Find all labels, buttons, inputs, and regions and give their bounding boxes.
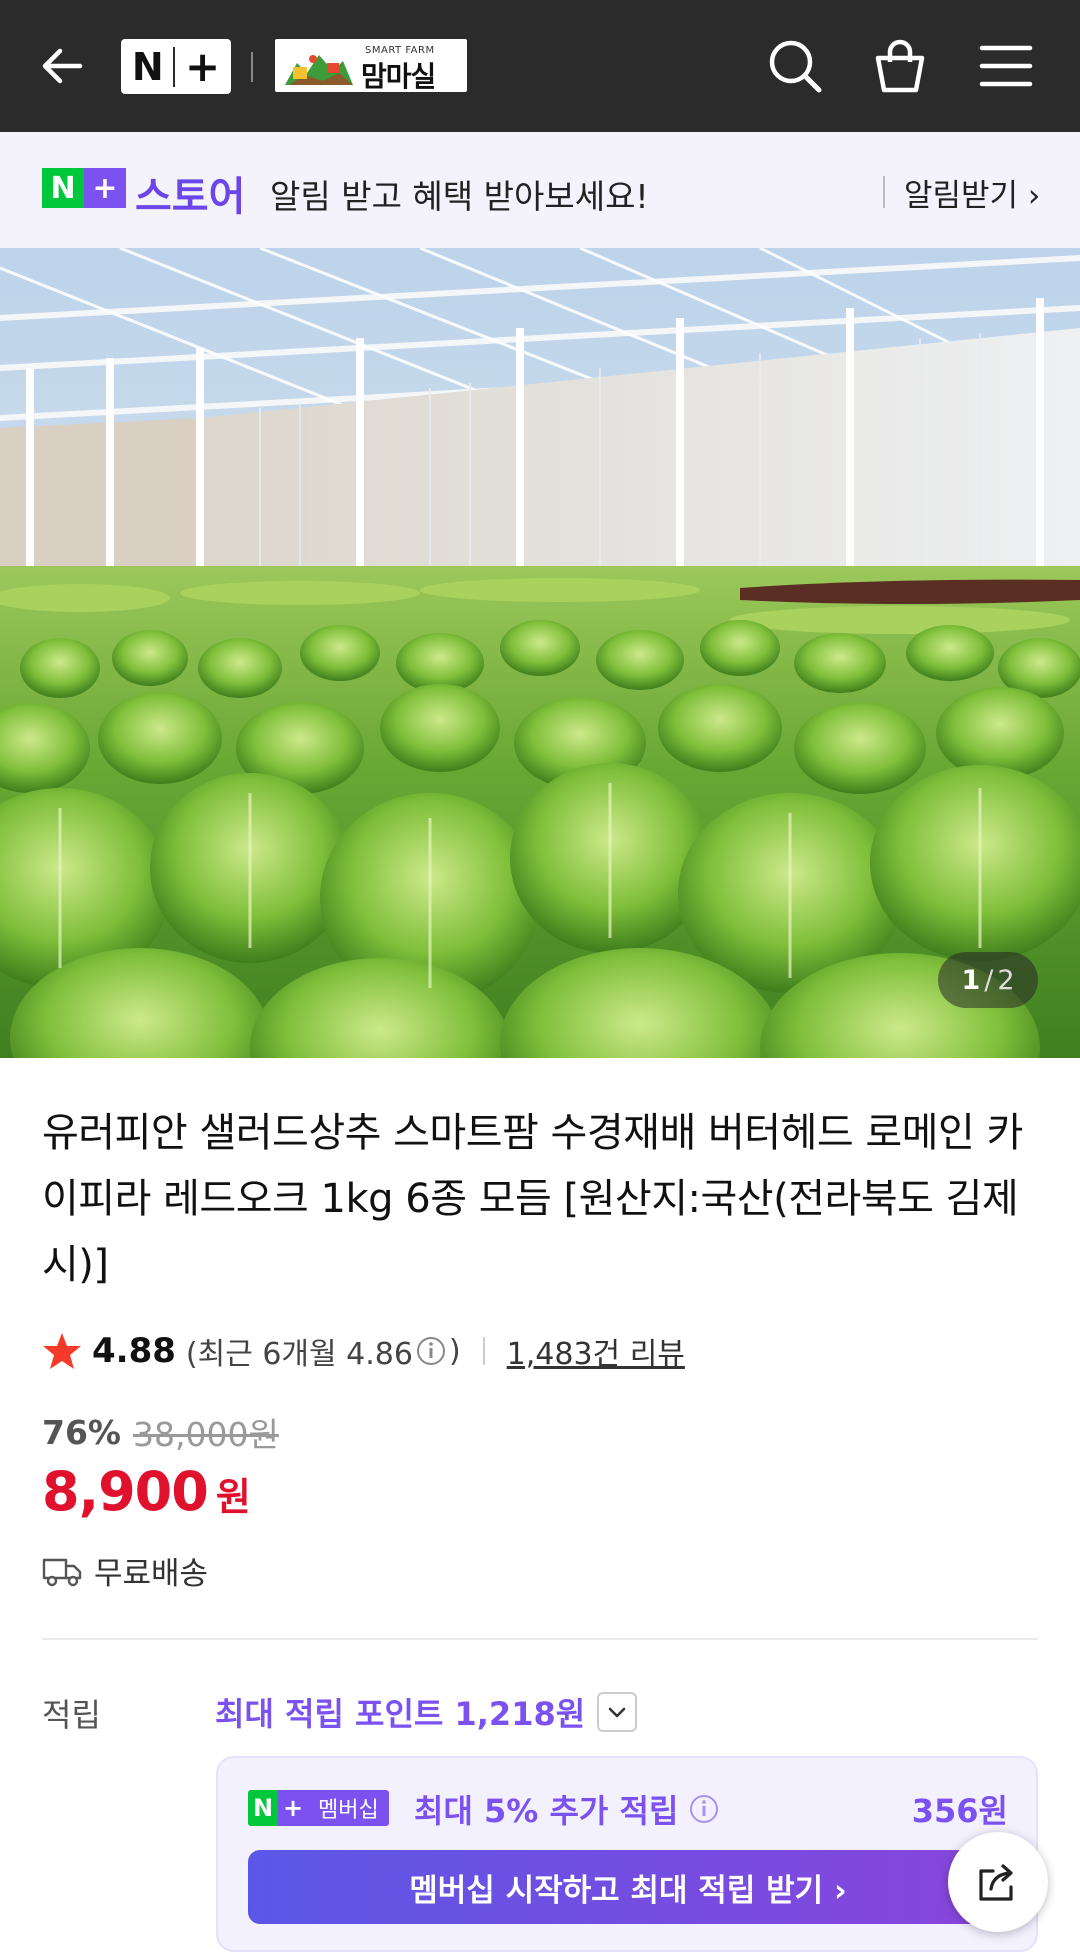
arrow-left-icon (42, 48, 83, 84)
truck-icon (42, 1558, 82, 1586)
cart-button[interactable] (870, 36, 930, 96)
rating-divider (482, 1337, 485, 1365)
product-image-carousel[interactable]: 1 / 2 (0, 248, 1080, 1058)
header-divider (251, 52, 253, 82)
farm-art-icon (283, 45, 355, 87)
store-logo[interactable]: SMART FARM 맘마실 (275, 39, 467, 92)
info-icon[interactable] (415, 1335, 447, 1367)
notice-message: 알림 받고 혜택 받아보세요! (270, 177, 649, 216)
membership-bonus-amount: 356원 (911, 1792, 1008, 1830)
menu-button[interactable] (976, 36, 1036, 96)
info-icon[interactable] (688, 1793, 720, 1825)
rating-score: 4.88 (92, 1331, 176, 1371)
top-bar: N + SMART FARM 맘마실 (0, 0, 1080, 132)
start-membership-button[interactable]: 멤버십 시작하고 최대 적립 받기 › (248, 1850, 1008, 1924)
section-divider (42, 1638, 1038, 1640)
back-button[interactable] (36, 38, 92, 94)
membership-card: N + 멤버십 최대 5% 추가 적립 356원 멤버십 시작하고 최대 적립 … (216, 1756, 1038, 1952)
product-image (0, 248, 1080, 1058)
discount-percent: 76% (42, 1412, 121, 1452)
notification-banner: N + 스토어 알림 받고 혜택 받아보세요! 알림받기 › (0, 132, 1080, 248)
membership-bonus-text: 최대 5% 추가 적립 (414, 1786, 720, 1832)
max-points-toggle[interactable]: 최대 적립 포인트 1,218원 (215, 1689, 638, 1735)
rating-row: 4.88 (최근 6개월 4.86 ) 1,483건 리뷰 (42, 1328, 685, 1374)
sale-price: 8,900 원 (42, 1460, 251, 1523)
store-brand-label: 스토어 (135, 174, 246, 220)
product-title: 유러피안 샐러드상추 스마트팜 수경재배 버터헤드 로메인 카이피라 레드오크 … (42, 1110, 1023, 1288)
share-button[interactable] (948, 1832, 1048, 1932)
shipping-info: 무료배송 (42, 1548, 208, 1593)
review-count-link[interactable]: 1,483건 리뷰 (507, 1329, 685, 1373)
subscribe-alert-link[interactable]: 알림받기 › (904, 170, 1040, 215)
menu-icon (979, 45, 1033, 87)
star-icon (43, 1333, 81, 1369)
shipping-label: 무료배송 (94, 1556, 209, 1592)
naver-plus-logo[interactable]: N + (121, 39, 231, 94)
search-button[interactable] (765, 36, 825, 96)
shopping-bag-icon (875, 39, 925, 93)
recent-rating: (최근 6개월 4.86 (185, 1337, 413, 1372)
points-label: 적립 (42, 1696, 101, 1734)
search-icon (769, 40, 822, 93)
notice-divider (883, 176, 885, 208)
discount-row: 76% 38,000원 (42, 1408, 279, 1456)
naver-plus-badge: N + (42, 168, 126, 208)
chevron-down-icon (597, 1692, 638, 1732)
original-price: 38,000원 (133, 1415, 279, 1454)
image-page-indicator: 1 / 2 (938, 952, 1038, 1008)
membership-badge: N + 멤버십 (248, 1790, 389, 1826)
share-icon (979, 1864, 1013, 1901)
